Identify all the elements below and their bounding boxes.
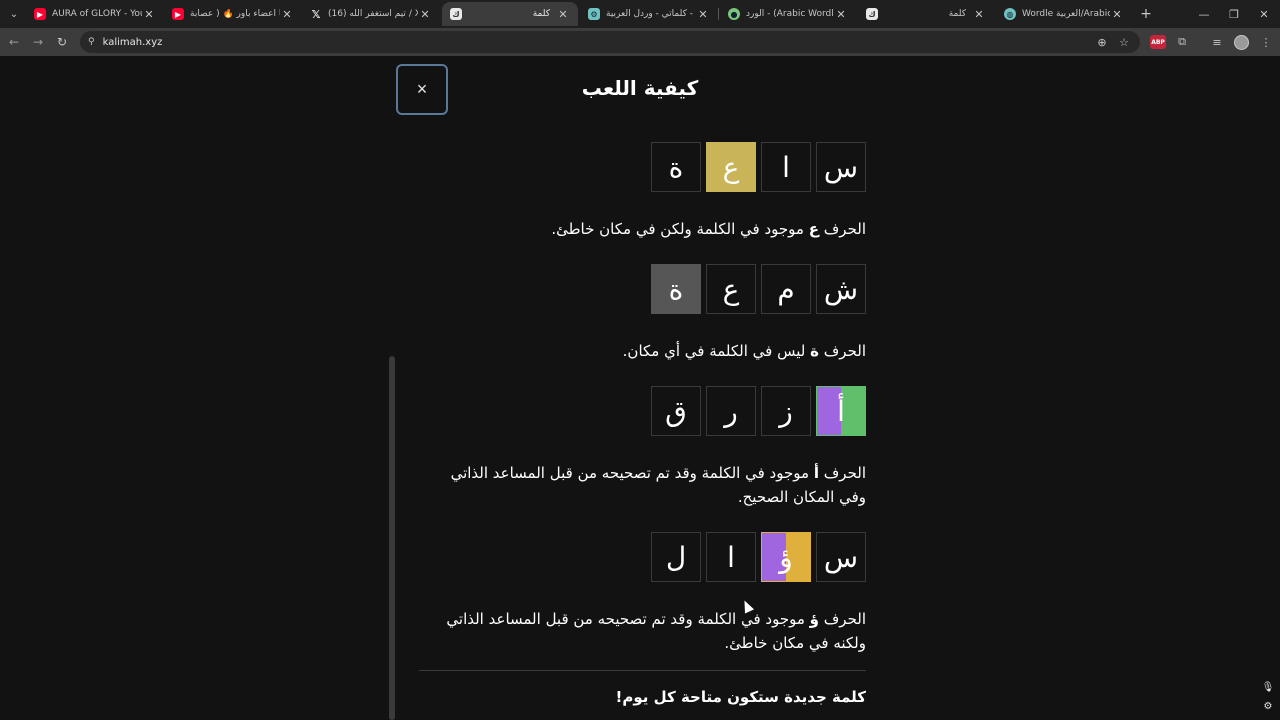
close-tab-icon[interactable]: ✕: [696, 8, 710, 21]
close-tab-icon[interactable]: ✕: [418, 8, 432, 21]
letter-tile: ق: [651, 386, 701, 436]
back-icon[interactable]: ←: [4, 32, 24, 52]
letter-tile: ع: [706, 264, 756, 314]
tab-youtube-aura[interactable]: ▶ AURA of GLORY - YouTube ✕: [26, 2, 164, 26]
letter-tile: م: [761, 264, 811, 314]
tab-divider: [718, 8, 719, 20]
adblock-icon[interactable]: ABP: [1150, 35, 1166, 49]
example-description-3: الحرف أ موجود في الكلمة وقد تم تصحيحه من…: [426, 461, 866, 509]
letter-tile: ر: [706, 386, 756, 436]
tab-title: داهمنا اعضاء باور 🔥 ( عصابة: [190, 9, 280, 19]
tab-youtube-power[interactable]: ▶ داهمنا اعضاء باور 🔥 ( عصابة ✕: [164, 2, 302, 26]
close-window-icon[interactable]: ✕: [1250, 4, 1278, 24]
close-tab-icon[interactable]: ✕: [556, 8, 570, 21]
tab-x[interactable]: 𝕏 (16) تيم استغفر الله / X ✕: [302, 2, 440, 26]
example-description-1: الحرف ع موجود في الكلمة ولكن في مكان خاط…: [426, 217, 866, 241]
example-row-2: ش م ع ة: [651, 264, 866, 314]
close-tab-icon[interactable]: ✕: [1110, 8, 1124, 21]
new-tab-button[interactable]: +: [1136, 4, 1156, 24]
letter-tile-assisted-present: ؤ: [761, 532, 811, 582]
x-icon: 𝕏: [311, 7, 321, 21]
close-tab-icon[interactable]: ✕: [834, 8, 848, 21]
modal-title: كيفية اللعب: [581, 76, 699, 100]
tab-title: Wordle العربية/Arabic: [1022, 9, 1110, 19]
daily-word-note: كلمة جديدة ستكون متاحة كل يوم!: [615, 688, 866, 706]
tab-title: كلمة: [948, 9, 966, 19]
url-text: kalimah.xyz: [102, 36, 163, 48]
tab-title: كلمة: [532, 9, 550, 19]
youtube-icon: ▶: [34, 8, 46, 20]
tab-arabic-wordle[interactable]: ● الورد - (Arabic Wordle) rd ✕: [720, 2, 856, 26]
close-tab-icon[interactable]: ✕: [280, 8, 294, 21]
desc-text: ليس في الكلمة في أي مكان.: [622, 342, 811, 360]
extensions-icon[interactable]: ⧉: [1173, 33, 1191, 51]
close-tab-icon[interactable]: ✕: [142, 8, 156, 21]
letter-tile: ا: [761, 142, 811, 192]
modal-scrollbar[interactable]: [389, 356, 395, 720]
kalimah-icon: ك: [866, 8, 878, 20]
desc-text: الحرف: [818, 220, 866, 238]
globe-icon: ◍: [1004, 8, 1016, 20]
page-viewport: × كيفية اللعب س ا ع ة الحرف ع موجود في ا…: [0, 56, 1280, 720]
bookmark-star-icon[interactable]: ☆: [1115, 33, 1133, 51]
site-info-icon[interactable]: ⚲: [88, 37, 95, 47]
tab-title: (16) تيم استغفر الله / X: [328, 9, 418, 19]
desc-text: الحرف: [818, 464, 866, 482]
tab-wordle-arabic[interactable]: ◍ Wordle العربية/Arabic ✕: [996, 2, 1132, 26]
section-divider: [419, 670, 866, 671]
letter-tile-assisted-correct: أ: [816, 386, 866, 436]
example-row-3: أ ز ر ق: [651, 386, 866, 436]
tab-title: AURA of GLORY - YouTube: [52, 9, 142, 19]
reload-icon[interactable]: ↻: [52, 32, 72, 52]
close-tab-icon[interactable]: ✕: [972, 8, 986, 21]
letter-tile: س: [816, 142, 866, 192]
minimize-icon[interactable]: —: [1190, 4, 1218, 24]
globe-icon: ⚙: [588, 8, 600, 20]
microphone-icon[interactable]: 🎙: [1262, 680, 1275, 694]
desc-letter: ع: [808, 220, 819, 238]
desc-letter: ة: [810, 342, 819, 360]
example-row-1: س ا ع ة: [651, 142, 866, 192]
tab-search-icon[interactable]: ⌄: [4, 4, 24, 24]
example-row-4: س ؤ ا ل: [651, 532, 866, 582]
tab-title: كلماتي - وردل العربية - com: [606, 9, 696, 19]
tab-kalimah-active[interactable]: ك كلمة ✕: [442, 2, 578, 26]
letter-tile: ش: [816, 264, 866, 314]
letter-tile: ل: [651, 532, 701, 582]
desc-text: موجود في الكلمة وقد تم تصحيحه من قبل الم…: [446, 610, 866, 652]
zoom-icon[interactable]: ⊕: [1093, 33, 1111, 51]
forward-icon[interactable]: →: [28, 32, 48, 52]
letter-tile: ا: [706, 532, 756, 582]
restore-icon[interactable]: ❐: [1220, 4, 1248, 24]
tab-strip: ⌄ ▶ AURA of GLORY - YouTube ✕ ▶ داهمنا ا…: [0, 0, 1280, 28]
close-modal-button[interactable]: ×: [396, 64, 448, 115]
settings-icon[interactable]: ⚙: [1262, 700, 1274, 712]
letter-tile: س: [816, 532, 866, 582]
letter-tile: ز: [761, 386, 811, 436]
example-description-2: الحرف ة ليس في الكلمة في أي مكان.: [426, 339, 866, 363]
desc-text: موجود في الكلمة ولكن في مكان خاطئ.: [551, 220, 809, 238]
letter-tile-present: ع: [706, 142, 756, 192]
desc-letter: ؤ: [809, 610, 819, 628]
tab-title: الورد - (Arabic Wordle) rd: [746, 9, 834, 19]
address-bar[interactable]: ⚲ kalimah.xyz: [80, 31, 1140, 53]
tab-kalimah-2[interactable]: ك كلمة ✕: [858, 2, 994, 26]
desc-text: الحرف: [818, 610, 866, 628]
media-controls-icon[interactable]: ≡: [1208, 33, 1226, 51]
profile-avatar[interactable]: [1234, 35, 1249, 50]
example-description-4: الحرف ؤ موجود في الكلمة وقد تم تصحيحه من…: [426, 607, 866, 655]
kalimah-icon: ك: [450, 8, 462, 20]
desc-text: موجود في الكلمة وقد تم تصحيحه من قبل الم…: [450, 464, 866, 506]
youtube-icon: ▶: [172, 8, 184, 20]
wordle-icon: ●: [728, 8, 740, 20]
browser-toolbar: ← → ↻ ⚲ kalimah.xyz ⊕ ☆ ABP ⧉ ≡ ⋮: [0, 28, 1280, 56]
letter-tile-absent: ة: [651, 264, 701, 314]
tab-kalimati[interactable]: ⚙ كلماتي - وردل العربية - com ✕: [580, 2, 718, 26]
menu-kebab-icon[interactable]: ⋮: [1257, 33, 1275, 51]
letter-tile: ة: [651, 142, 701, 192]
desc-text: الحرف: [818, 342, 866, 360]
